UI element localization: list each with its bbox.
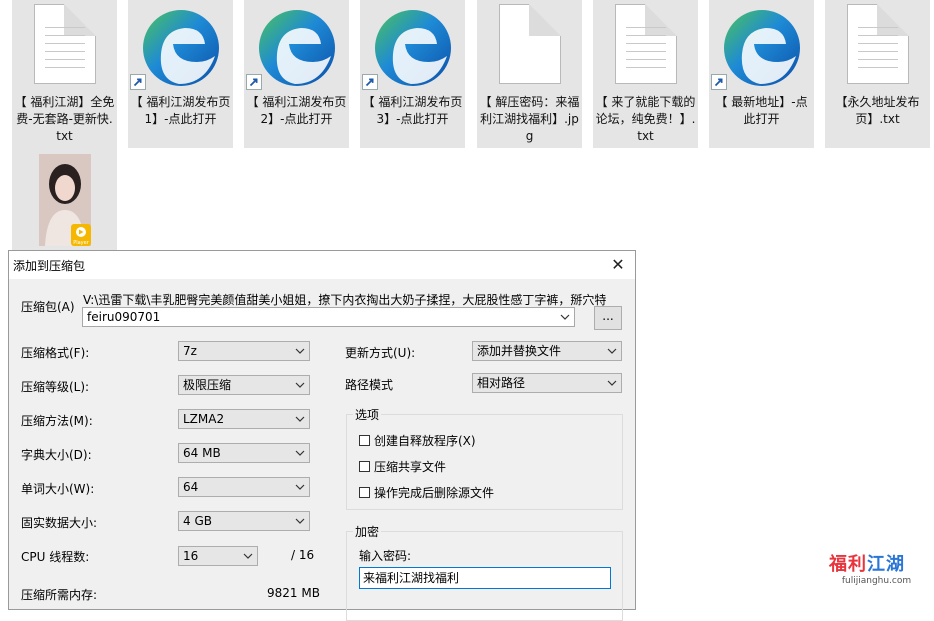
- password-input[interactable]: 来福利江湖找福利: [359, 567, 611, 589]
- desktop-icon-label: 【永久地址发布页】.txt: [835, 95, 920, 126]
- logo-text-a: 福利: [829, 554, 867, 575]
- chevron-down-icon: [295, 382, 305, 388]
- desktop-icon-label: 【 最新地址】-点此打开: [715, 95, 808, 126]
- close-button[interactable]: ✕: [607, 254, 629, 276]
- solid-block-label: 固实数据大小:: [21, 516, 98, 530]
- level-label: 压缩等级(L):: [21, 380, 90, 394]
- chevron-down-icon: [295, 348, 305, 354]
- desktop-icon-label: 【 福利江湖发布页1】-点此打开: [130, 95, 231, 126]
- update-mode-label: 更新方式(U):: [345, 346, 416, 360]
- dictionary-label: 字典大小(D):: [21, 448, 92, 462]
- cpu-threads-total: / 16: [291, 548, 315, 562]
- update-mode-select[interactable]: 添加并替换文件: [472, 341, 622, 361]
- dictionary-value: 64 MB: [183, 446, 221, 460]
- shortcut-arrow-icon: [711, 74, 727, 90]
- desktop-icon-label: 【 来了就能下载的论坛，纯免费！】.txt: [595, 95, 696, 143]
- options-group: 选项 创建自释放程序(X) 压缩共享文件操作完成后删除源文件: [346, 406, 623, 510]
- chevron-down-icon: [295, 450, 305, 456]
- text-file-icon: [33, 4, 96, 84]
- edge-browser-icon: [374, 10, 451, 86]
- add-to-archive-dialog: 添加到压缩包 ✕ 压缩包(A) V:\迅雷下载\丰乳肥臀完美颜值甜美小姐姐，撩下…: [8, 250, 636, 621]
- level-value: 极限压缩: [183, 378, 232, 392]
- logo-url: fulijianghu.com: [841, 576, 912, 586]
- shortcut-arrow-icon: [130, 74, 146, 90]
- word-size-select[interactable]: 64: [178, 477, 310, 497]
- desktop-icon[interactable]: 【 福利江湖】全免费-无套路-更新快.txt: [12, 0, 117, 148]
- desktop-icon[interactable]: 【 福利江湖发布页2】-点此打开: [244, 0, 349, 148]
- path-mode-label: 路径模式: [345, 378, 394, 392]
- archive-path: V:\迅雷下载\丰乳肥臀完美颜值甜美小姐姐，撩下内衣掏出大奶子揉捏，大屁股性感丁…: [83, 293, 607, 307]
- path-mode-select[interactable]: 相对路径: [472, 373, 622, 393]
- desktop-icon[interactable]: 【 福利江湖发布页3】-点此打开: [360, 0, 465, 148]
- archive-name-value: feiru090701: [87, 310, 161, 324]
- encryption-title: 加密: [353, 523, 382, 540]
- checkbox-box[interactable]: [359, 461, 370, 472]
- site-logo: 福利江湖 fulijianghu.com: [829, 554, 924, 602]
- word-size-label: 单词大小(W):: [21, 482, 95, 496]
- logo-text-b: 江湖: [867, 554, 905, 575]
- edge-browser-icon: [142, 10, 219, 86]
- checkbox-box[interactable]: [359, 435, 370, 446]
- edge-browser-icon: [258, 10, 335, 86]
- format-value: 7z: [183, 344, 197, 358]
- cpu-threads-select[interactable]: 16: [178, 546, 258, 566]
- svg-text:Player: Player: [73, 240, 90, 246]
- encryption-group: 加密 输入密码: 来福利江湖找福利: [346, 523, 623, 621]
- dialog-titlebar[interactable]: 添加到压缩包 ✕: [9, 251, 635, 279]
- desktop-icon[interactable]: 【 最新地址】-点此打开: [709, 0, 814, 148]
- desktop-icon[interactable]: 【 来了就能下载的论坛，纯免费！】.txt: [593, 0, 698, 148]
- format-select[interactable]: 7z: [178, 341, 310, 361]
- video-thumbnail-icon: Player: [38, 154, 91, 246]
- options-title: 选项: [353, 406, 382, 423]
- solid-block-value: 4 GB: [183, 514, 212, 528]
- method-value: LZMA2: [183, 412, 225, 426]
- password-label: 输入密码:: [359, 549, 412, 563]
- desktop-icon-label: 【 解压密码：来福利江湖找福利】.jpg: [479, 95, 580, 143]
- shortcut-arrow-icon: [246, 74, 262, 90]
- checkbox-label: 操作完成后删除源文件: [374, 486, 495, 500]
- text-file-icon: [614, 4, 677, 84]
- browse-button[interactable]: ...: [594, 306, 622, 330]
- desktop-icon[interactable]: Player: [12, 148, 117, 250]
- memory-label: 压缩所需内存:: [21, 588, 98, 602]
- desktop-icon-label: 【 福利江湖】全免费-无套路-更新快.txt: [14, 95, 115, 143]
- dictionary-select[interactable]: 64 MB: [178, 443, 310, 463]
- desktop-icon[interactable]: 【 解压密码：来福利江湖找福利】.jpg: [477, 0, 582, 148]
- format-label: 压缩格式(F):: [21, 346, 90, 360]
- checkbox-label: 创建自释放程序(X): [374, 434, 476, 448]
- chevron-down-icon: [295, 518, 305, 524]
- checkbox-label: 压缩共享文件: [374, 460, 447, 474]
- level-select[interactable]: 极限压缩: [178, 375, 310, 395]
- method-label: 压缩方法(M):: [21, 414, 93, 428]
- chevron-down-icon: [295, 484, 305, 490]
- desktop-icon[interactable]: 【永久地址发布页】.txt: [825, 0, 930, 148]
- cpu-threads-label: CPU 线程数:: [21, 550, 90, 564]
- path-mode-value: 相对路径: [477, 376, 526, 390]
- solid-block-select[interactable]: 4 GB: [178, 511, 310, 531]
- dialog-title: 添加到压缩包: [13, 259, 86, 273]
- cpu-threads-value: 16: [183, 549, 199, 563]
- memory-value: 9821 MB: [267, 586, 320, 600]
- desktop-icon-label: 【 福利江湖发布页3】-点此打开: [362, 95, 463, 126]
- shortcut-arrow-icon: [362, 74, 378, 90]
- chevron-down-icon: [560, 314, 570, 320]
- compress-shared-checkbox[interactable]: 压缩共享文件: [359, 458, 446, 475]
- chevron-down-icon: [607, 380, 617, 386]
- chevron-down-icon: [243, 553, 253, 559]
- archive-name-combo[interactable]: feiru090701: [82, 307, 575, 327]
- update-mode-value: 添加并替换文件: [477, 344, 562, 358]
- checkbox-box[interactable]: [359, 487, 370, 498]
- chevron-down-icon: [295, 416, 305, 422]
- word-size-value: 64: [183, 480, 199, 494]
- edge-browser-icon: [723, 10, 800, 86]
- desktop-icon-label: 【 福利江湖发布页2】-点此打开: [246, 95, 347, 126]
- chevron-down-icon: [607, 348, 617, 354]
- method-select[interactable]: LZMA2: [178, 409, 310, 429]
- text-file-icon: [846, 4, 909, 84]
- create-sfx-checkbox[interactable]: 创建自释放程序(X): [359, 432, 476, 449]
- image-file-icon: [498, 4, 561, 84]
- delete-after-checkbox[interactable]: 操作完成后删除源文件: [359, 484, 494, 501]
- archive-label: 压缩包(A): [21, 300, 75, 314]
- desktop-icon[interactable]: 【 福利江湖发布页1】-点此打开: [128, 0, 233, 148]
